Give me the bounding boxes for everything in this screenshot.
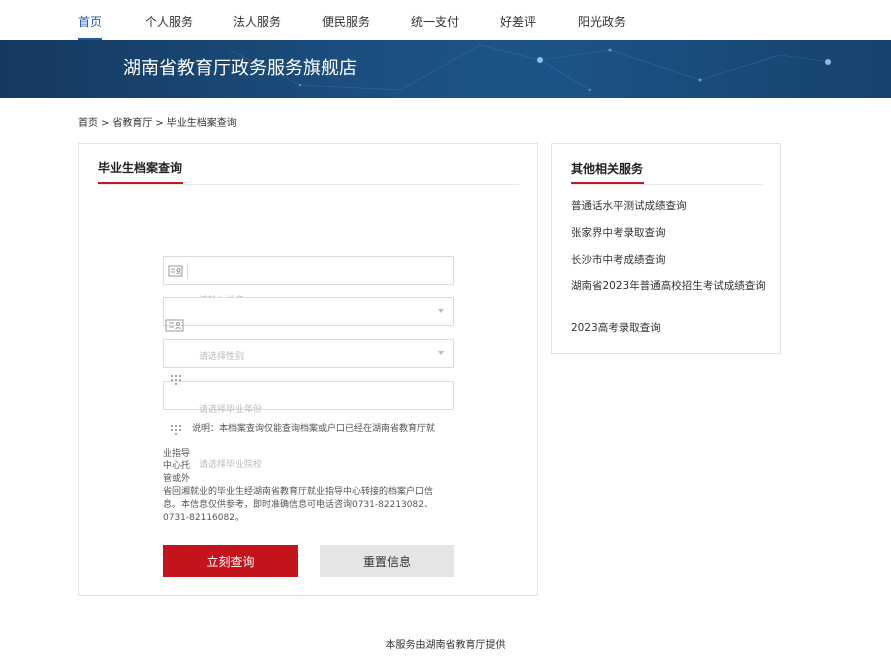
note-text-line7: 0731-82116082。 bbox=[163, 513, 244, 523]
keypad-icon bbox=[170, 424, 182, 439]
chevron-down-icon bbox=[438, 351, 444, 355]
breadcrumb-separator: > bbox=[101, 118, 110, 129]
breadcrumb-item-current: 毕业生档案查询 bbox=[166, 118, 237, 129]
nav-item-open-government[interactable]: 阳光政务 bbox=[578, 0, 626, 40]
nav-item-personal-service[interactable]: 个人服务 bbox=[145, 0, 193, 40]
related-service-link[interactable]: 长沙市中考成绩查询 bbox=[571, 254, 766, 267]
banner-title: 湖南省教育厅政务服务旗舰店 bbox=[123, 58, 357, 79]
school-placeholder: 请选择毕业院校 bbox=[199, 460, 263, 470]
nav-item-rating[interactable]: 好差评 bbox=[500, 0, 536, 40]
id-card-icon bbox=[165, 319, 185, 336]
note-text-line4: 管或外 bbox=[163, 474, 191, 484]
breadcrumb-separator: > bbox=[155, 118, 164, 129]
related-services-panel: 其他相关服务 普通话水平测试成绩查询 张家界中考录取查询 长沙市中考成绩查询 湖… bbox=[551, 143, 781, 354]
nav-item-unified-payment[interactable]: 统一支付 bbox=[411, 0, 459, 40]
breadcrumb-item-education-department[interactable]: 省教育厅 bbox=[112, 118, 152, 129]
top-nav: 首页 个人服务 法人服务 便民服务 统一支付 好差评 阳光政务 bbox=[0, 0, 891, 40]
chevron-down-icon bbox=[438, 309, 444, 313]
name-input[interactable] bbox=[163, 256, 454, 285]
nav-item-home[interactable]: 首页 bbox=[78, 0, 103, 40]
query-button[interactable]: 立刻查询 bbox=[163, 545, 298, 577]
related-services-title: 其他相关服务 bbox=[571, 162, 644, 176]
breadcrumb: 首页 > 省教育厅 > 毕业生档案查询 bbox=[78, 114, 237, 129]
year-placeholder: 请选择毕业年份 bbox=[199, 405, 263, 415]
note-text-line6: 息。本信息仅供参考，即时准确信息可电话咨询0731-82213082、 bbox=[163, 500, 433, 510]
related-service-link[interactable]: 2023高考录取查询 bbox=[571, 322, 766, 335]
related-service-link[interactable]: 张家界中考录取查询 bbox=[571, 227, 766, 240]
gender-placeholder: 请选择性别 bbox=[199, 352, 245, 362]
note-text-line2: 业指导 bbox=[163, 449, 191, 459]
panel-title: 毕业生档案查询 bbox=[98, 161, 183, 175]
banner: 湖南省教育厅政务服务旗舰店 bbox=[0, 40, 891, 98]
id-card-icon bbox=[168, 263, 188, 279]
related-service-link[interactable]: 湖南省2023年普通高校招生考试成绩查询 bbox=[571, 280, 766, 293]
breadcrumb-item-home[interactable]: 首页 bbox=[78, 118, 98, 129]
panel-title-divider bbox=[98, 184, 519, 185]
query-panel: 毕业生档案查询 请输入姓名 请选择性别 请选择毕业年份 说明：本档案查询仅能查询… bbox=[78, 143, 538, 596]
reset-button[interactable]: 重置信息 bbox=[320, 545, 454, 577]
related-services-title-divider bbox=[571, 184, 763, 185]
footer-text: 本服务由湖南省教育厅提供 bbox=[385, 640, 506, 651]
nav-item-legal-service[interactable]: 法人服务 bbox=[233, 0, 281, 40]
nav-item-convenience-service[interactable]: 便民服务 bbox=[322, 0, 370, 40]
keypad-icon bbox=[170, 374, 182, 389]
note-text-line3: 中心托 bbox=[163, 461, 191, 471]
note-text-line5: 省回湘就业的毕业生经湖南省教育厅就业指导中心转接的档案户口信 bbox=[163, 487, 434, 497]
related-service-link[interactable]: 普通话水平测试成绩查询 bbox=[571, 200, 766, 213]
gender-select[interactable] bbox=[163, 297, 454, 326]
note-text-line1: 说明：本档案查询仅能查询档案或户口已经在湖南省教育厅就 bbox=[192, 424, 436, 434]
